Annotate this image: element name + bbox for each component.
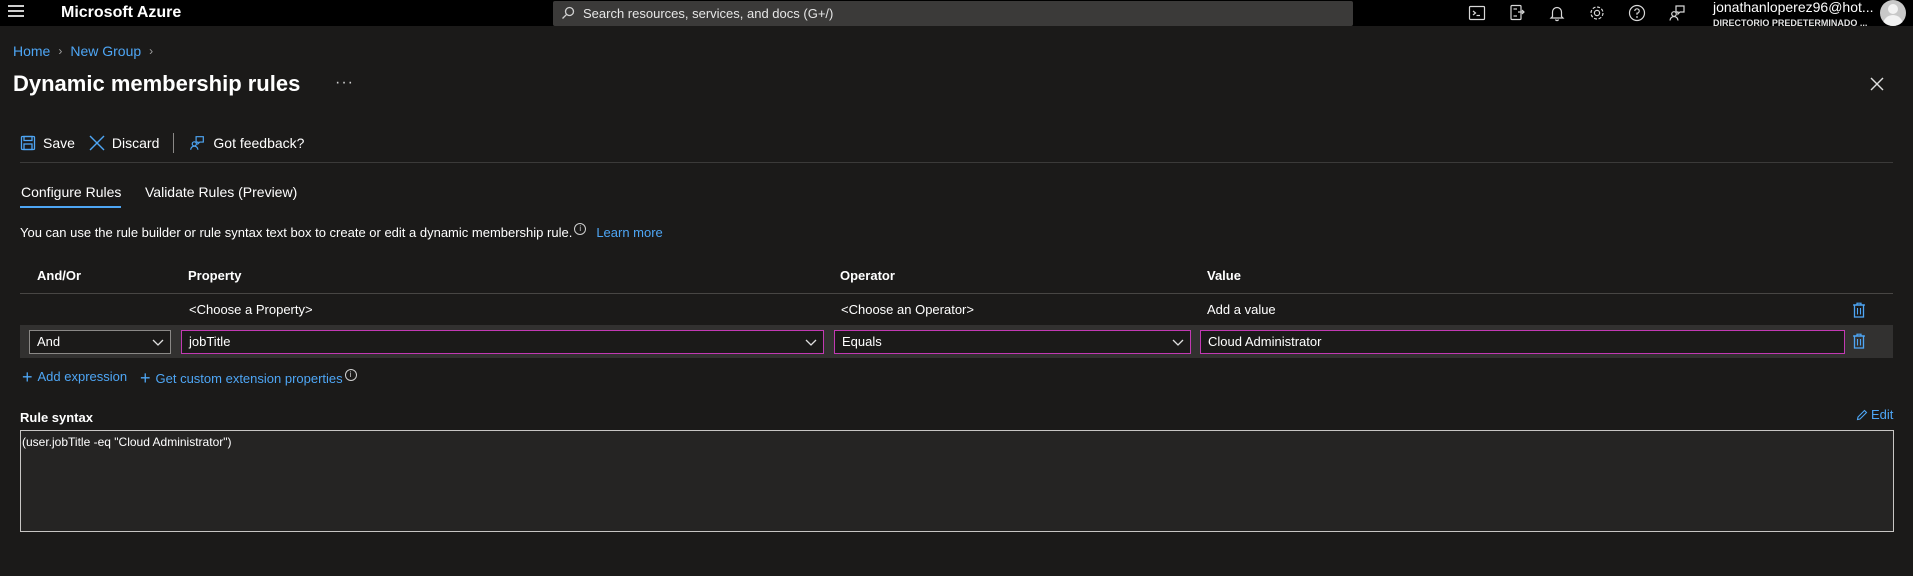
page-title: Dynamic membership rules (13, 71, 301, 96)
get-custom-extension-button[interactable]: + Get custom extension properties i (140, 369, 357, 387)
account-info[interactable]: jonathanloperez96@hot... DIRECTORIO PRED… (1713, 0, 1874, 29)
description-text: You can use the rule builder or rule syn… (20, 224, 573, 240)
trash-icon[interactable] (1852, 302, 1866, 318)
operator-value: Equals (842, 334, 882, 349)
plus-icon: + (140, 368, 151, 388)
property-dropdown[interactable]: jobTitle (181, 330, 824, 354)
column-header-value: Value (1207, 268, 1241, 283)
search-placeholder: Search resources, services, and docs (G+… (583, 6, 834, 21)
header-divider (20, 293, 1893, 294)
discard-button[interactable]: Discard (89, 135, 159, 151)
directory-filter-icon[interactable] (1507, 3, 1527, 23)
account-directory: DIRECTORIO PREDETERMINADO ... (1713, 18, 1868, 28)
learn-more-link[interactable]: Learn more (596, 225, 662, 240)
plus-icon: + (22, 366, 33, 387)
chevron-right-icon: › (58, 44, 63, 58)
column-header-operator: Operator (840, 268, 895, 283)
add-expression-button[interactable]: + Add expression (22, 366, 128, 387)
and-or-dropdown[interactable]: And (29, 330, 171, 354)
edit-button[interactable]: Edit (1856, 407, 1893, 422)
tab-configure-rules[interactable]: Configure Rules (21, 184, 121, 200)
account-name: jonathanloperez96@hot... (1713, 0, 1874, 15)
description: You can use the rule builder or rule syn… (20, 223, 663, 241)
row1-value[interactable]: Add a value (1207, 302, 1276, 317)
feedback-icon[interactable] (1667, 3, 1687, 23)
tab-validate-rules[interactable]: Validate Rules (Preview) (145, 184, 297, 200)
discard-icon (89, 135, 105, 151)
feedback-button[interactable]: Got feedback? (188, 134, 304, 152)
feedback-icon (190, 136, 205, 150)
chevron-down-icon (1172, 339, 1184, 346)
help-icon[interactable] (1627, 3, 1647, 23)
info-icon[interactable]: i (344, 369, 357, 381)
value-input[interactable]: Cloud Administrator (1200, 330, 1845, 354)
close-icon[interactable] (1869, 76, 1885, 92)
edit-label: Edit (1871, 407, 1894, 422)
chevron-down-icon (152, 339, 164, 346)
column-header-property: Property (188, 268, 242, 283)
rule-syntax-label: Rule syntax (20, 410, 93, 425)
and-or-value: And (37, 334, 61, 349)
breadcrumb-home[interactable]: Home (13, 43, 50, 59)
rule-syntax-text: (user.jobTitle -eq "Cloud Administrator"… (22, 435, 232, 449)
avatar[interactable] (1880, 0, 1906, 26)
command-bar: Save Discard Got feedback? (20, 132, 318, 154)
value-text: Cloud Administrator (1208, 334, 1322, 349)
more-options-button[interactable]: ··· (335, 74, 354, 92)
save-button[interactable]: Save (20, 135, 75, 151)
cloud-shell-icon[interactable] (1467, 3, 1487, 23)
row1-property[interactable]: <Choose a Property> (189, 302, 313, 317)
global-search-input[interactable]: Search resources, services, and docs (G+… (553, 1, 1353, 26)
save-icon (20, 135, 36, 151)
add-expression-label: Add expression (37, 369, 128, 384)
breadcrumb-new-group[interactable]: New Group (70, 43, 141, 59)
edit-icon (1856, 409, 1868, 420)
search-icon (562, 6, 575, 19)
gear-icon[interactable] (1587, 3, 1607, 23)
info-icon[interactable]: i (574, 223, 587, 235)
custom-extension-label: Get custom extension properties (155, 370, 343, 386)
active-tab-indicator (20, 206, 121, 208)
chevron-down-icon (805, 339, 817, 346)
discard-label: Discard (111, 135, 160, 151)
toolbar-divider (173, 133, 175, 153)
trash-icon[interactable] (1852, 333, 1866, 349)
property-value: jobTitle (189, 334, 231, 349)
top-bar: Microsoft Azure Search resources, servic… (0, 0, 1913, 29)
feedback-label: Got feedback? (213, 135, 305, 151)
portal-brand[interactable]: Microsoft Azure (61, 4, 181, 22)
save-label: Save (43, 135, 75, 151)
rule-syntax-textbox[interactable]: (user.jobTitle -eq "Cloud Administrator"… (20, 430, 1894, 532)
bell-icon[interactable] (1547, 3, 1567, 23)
menu-icon[interactable] (8, 5, 24, 19)
column-header-and-or: And/Or (37, 268, 82, 283)
row1-operator[interactable]: <Choose an Operator> (841, 302, 974, 317)
divider (20, 162, 1893, 163)
breadcrumb: Home › New Group › (13, 43, 161, 59)
chevron-right-icon: › (149, 44, 154, 58)
operator-dropdown[interactable]: Equals (834, 330, 1191, 354)
